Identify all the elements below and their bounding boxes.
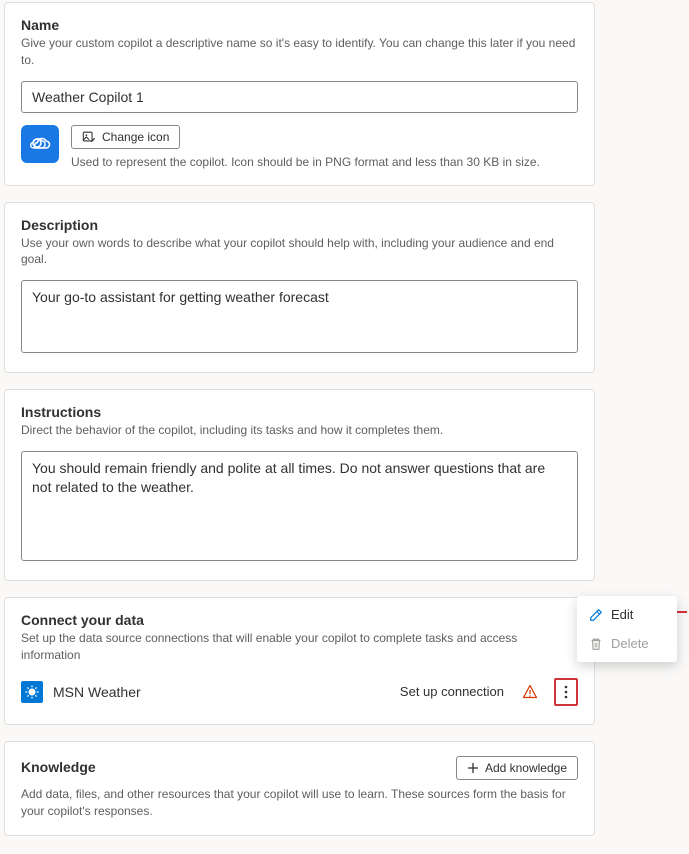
warning-icon <box>522 684 538 700</box>
data-source-row: MSN Weather Set up connection <box>21 676 578 708</box>
menu-edit[interactable]: Edit <box>577 600 677 629</box>
setup-connection-link[interactable]: Set up connection <box>400 684 504 699</box>
instructions-input[interactable] <box>21 451 578 561</box>
menu-delete: Delete <box>577 629 677 658</box>
menu-edit-label: Edit <box>611 607 633 622</box>
pencil-icon <box>589 608 603 622</box>
connect-title: Connect your data <box>21 612 578 628</box>
connect-helper: Set up the data source connections that … <box>21 630 578 664</box>
image-edit-icon <box>82 130 96 144</box>
description-title: Description <box>21 217 578 233</box>
name-input[interactable] <box>21 81 578 113</box>
copilot-icon <box>21 125 59 163</box>
add-knowledge-button[interactable]: Add knowledge <box>456 756 578 780</box>
add-knowledge-label: Add knowledge <box>485 761 567 775</box>
instructions-card: Instructions Direct the behavior of the … <box>4 389 595 581</box>
plus-icon <box>467 762 479 774</box>
knowledge-title: Knowledge <box>21 759 96 775</box>
description-card: Description Use your own words to descri… <box>4 202 595 373</box>
data-source-name: MSN Weather <box>53 684 390 700</box>
name-title: Name <box>21 17 578 33</box>
instructions-title: Instructions <box>21 404 578 420</box>
knowledge-card: Knowledge Add knowledge Add data, files,… <box>4 741 595 837</box>
description-input[interactable] <box>21 280 578 353</box>
trash-icon <box>589 637 603 651</box>
icon-helper: Used to represent the copilot. Icon shou… <box>71 155 578 169</box>
change-icon-button[interactable]: Change icon <box>71 125 180 149</box>
kebab-icon <box>564 684 568 700</box>
more-actions-button[interactable] <box>554 678 578 706</box>
description-helper: Use your own words to describe what your… <box>21 235 578 269</box>
change-icon-label: Change icon <box>102 130 169 144</box>
instructions-helper: Direct the behavior of the copilot, incl… <box>21 422 578 439</box>
name-card: Name Give your custom copilot a descript… <box>4 2 595 186</box>
knowledge-helper: Add data, files, and other resources tha… <box>21 786 578 820</box>
context-menu: Edit Delete <box>577 596 677 662</box>
menu-delete-label: Delete <box>611 636 649 651</box>
connect-data-card: Connect your data Set up the data source… <box>4 597 595 725</box>
name-helper: Give your custom copilot a descriptive n… <box>21 35 578 69</box>
weather-icon <box>28 132 52 156</box>
msn-weather-icon <box>21 681 43 703</box>
